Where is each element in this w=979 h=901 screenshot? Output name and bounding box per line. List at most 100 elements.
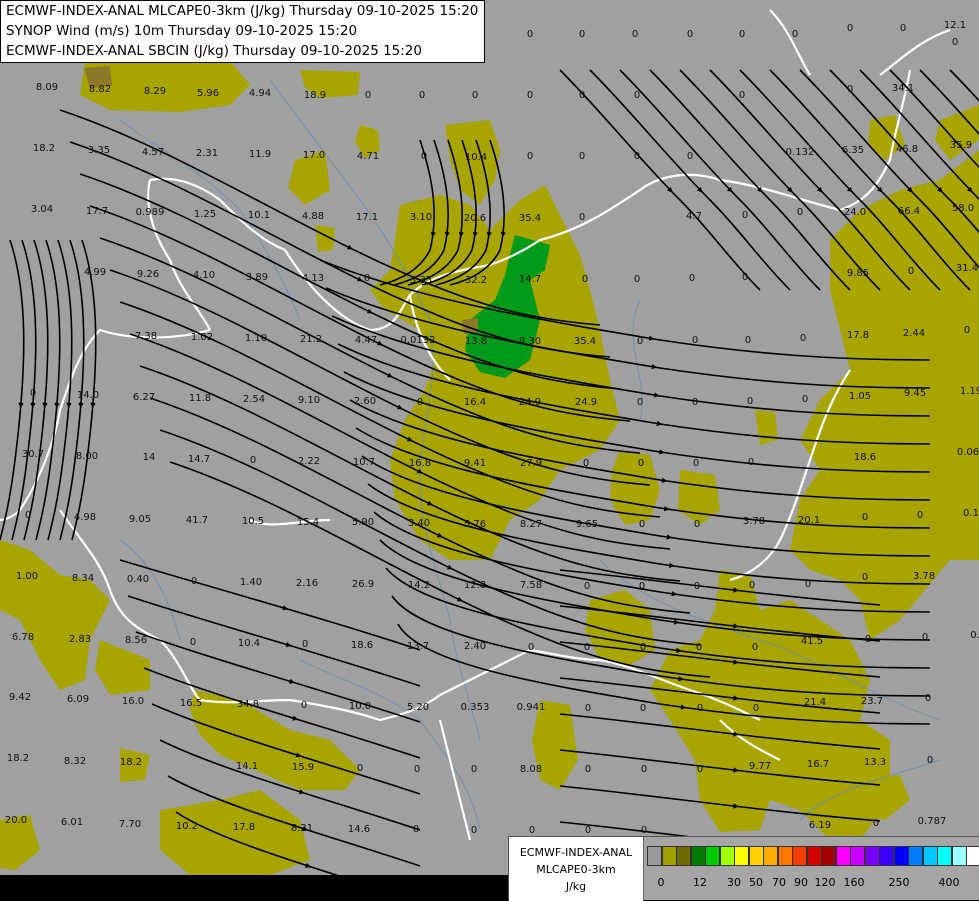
value-label: 16.4 xyxy=(464,397,486,408)
value-label: 0 xyxy=(584,642,590,653)
value-label: 2.83 xyxy=(69,634,91,645)
legend-swatch xyxy=(850,846,865,866)
value-label: 4.99 xyxy=(84,267,106,278)
value-label: 0 xyxy=(634,90,640,101)
value-label: 10.1 xyxy=(248,210,270,221)
value-label: 14.1 xyxy=(236,761,258,772)
value-label: 2.31 xyxy=(196,148,218,159)
value-label: 4.94 xyxy=(249,88,271,99)
value-label: 4.98 xyxy=(74,512,96,523)
legend-tick-label: 90 xyxy=(794,876,808,889)
legend-swatch xyxy=(864,846,880,866)
value-label: 9.26 xyxy=(137,269,159,280)
legend-tick-label: 160 xyxy=(843,876,865,889)
value-label: 16.5 xyxy=(180,698,202,709)
value-label: 58.0 xyxy=(952,203,974,214)
value-label: 0 xyxy=(847,23,853,34)
legend-swatch xyxy=(835,846,851,866)
value-label: 0 xyxy=(749,580,755,591)
value-label: 0 xyxy=(471,825,477,836)
value-label: 0 xyxy=(472,90,478,101)
value-label: 6.27 xyxy=(133,392,155,403)
value-label: 0 xyxy=(792,29,798,40)
value-label: 0 xyxy=(802,394,808,405)
cape-map: 12.1 0 0 0 0 0 0 0 0 0 8.09 8.82 8.29 5.96 4.94 18.9 0 0 0… xyxy=(0,0,979,900)
value-label: 3.78 xyxy=(743,516,765,527)
value-label: 0 xyxy=(579,29,585,40)
value-label: 0 xyxy=(471,764,477,775)
value-label: 0 xyxy=(847,84,853,95)
value-label: 15.4 xyxy=(297,517,319,528)
value-label: 8.27 xyxy=(520,519,542,530)
value-label: 5.90 xyxy=(352,517,374,528)
value-label: 24.0 xyxy=(844,207,866,218)
value-label: 20.6 xyxy=(464,213,486,224)
value-label: 18.6 xyxy=(351,640,373,651)
value-label: 18.2 xyxy=(120,757,142,768)
legend-swatch xyxy=(690,846,706,866)
value-label: 16.0 xyxy=(122,696,144,707)
value-label: 2.60 xyxy=(354,396,376,407)
value-label: 9.65 xyxy=(576,519,598,530)
legend-swatch xyxy=(705,846,720,866)
value-label: 9.05 xyxy=(129,514,151,525)
value-label: 7.38 xyxy=(135,331,157,342)
value-label: 9.10 xyxy=(298,395,320,406)
value-label: 1.25 xyxy=(194,209,216,220)
value-label: 0. xyxy=(970,630,979,641)
legend-tick-label: 12 xyxy=(693,876,707,889)
value-label: 10.5 xyxy=(242,516,264,527)
legend-swatch xyxy=(908,846,923,866)
value-label: 9.42 xyxy=(9,692,31,703)
legend-swatch xyxy=(647,846,662,866)
value-label: 0 xyxy=(357,763,363,774)
legend-swatch xyxy=(922,846,938,866)
value-label: 46.8 xyxy=(896,144,918,155)
value-label: 5.76 xyxy=(464,519,486,530)
legend-tick-label: 250 xyxy=(888,876,910,889)
value-label: 8.21 xyxy=(291,823,313,834)
value-label: 2.22 xyxy=(298,456,320,467)
legend-swatch xyxy=(763,846,778,866)
value-label: 0 xyxy=(528,642,534,653)
value-label: 0 xyxy=(527,29,533,40)
value-label: 3.04 xyxy=(31,204,53,215)
legend-tick-label: 120 xyxy=(814,876,836,889)
value-label: 0 xyxy=(414,764,420,775)
value-label: 11.9 xyxy=(249,149,271,160)
value-label: 0 xyxy=(579,90,585,101)
value-label: 0.06 xyxy=(957,447,979,458)
value-label: 4.71 xyxy=(357,151,379,162)
value-label: 8.56 xyxy=(125,635,147,646)
value-label: 0 xyxy=(748,457,754,468)
value-label: 9.77 xyxy=(749,761,771,772)
value-label: 18.2 xyxy=(33,143,55,154)
value-label: 9.30 xyxy=(519,336,541,347)
value-label: 41.7 xyxy=(186,515,208,526)
value-label: 5.20 xyxy=(407,702,429,713)
legend-swatch xyxy=(893,846,909,866)
value-label: 0 xyxy=(745,335,751,346)
legend-name: ECMWF-INDEX-ANAL MLCAPE0-3km J/kg xyxy=(509,837,644,901)
value-label: 31.4 xyxy=(956,263,978,274)
value-label: 12.1 xyxy=(944,20,966,31)
value-label: 6.35 xyxy=(842,145,864,156)
legend-swatch xyxy=(719,846,735,866)
value-label: 0 xyxy=(634,274,640,285)
value-label: 0 xyxy=(632,29,638,40)
value-label: 4.88 xyxy=(302,211,324,222)
value-label: 0 xyxy=(908,266,914,277)
value-label: 14.7 xyxy=(519,274,541,285)
value-label: 0 xyxy=(687,29,693,40)
value-label: 0 xyxy=(694,581,700,592)
value-label: 18.6 xyxy=(854,452,876,463)
value-label: 17.0 xyxy=(303,150,325,161)
value-label: 0 xyxy=(742,210,748,221)
value-label: 0 xyxy=(805,579,811,590)
legend-swatch xyxy=(937,846,952,866)
value-label: 0 xyxy=(739,90,745,101)
value-label: 20.0 xyxy=(5,815,27,826)
value-label: 21.4 xyxy=(804,697,826,708)
value-label: 0 xyxy=(365,90,371,101)
value-label: 0 xyxy=(747,396,753,407)
